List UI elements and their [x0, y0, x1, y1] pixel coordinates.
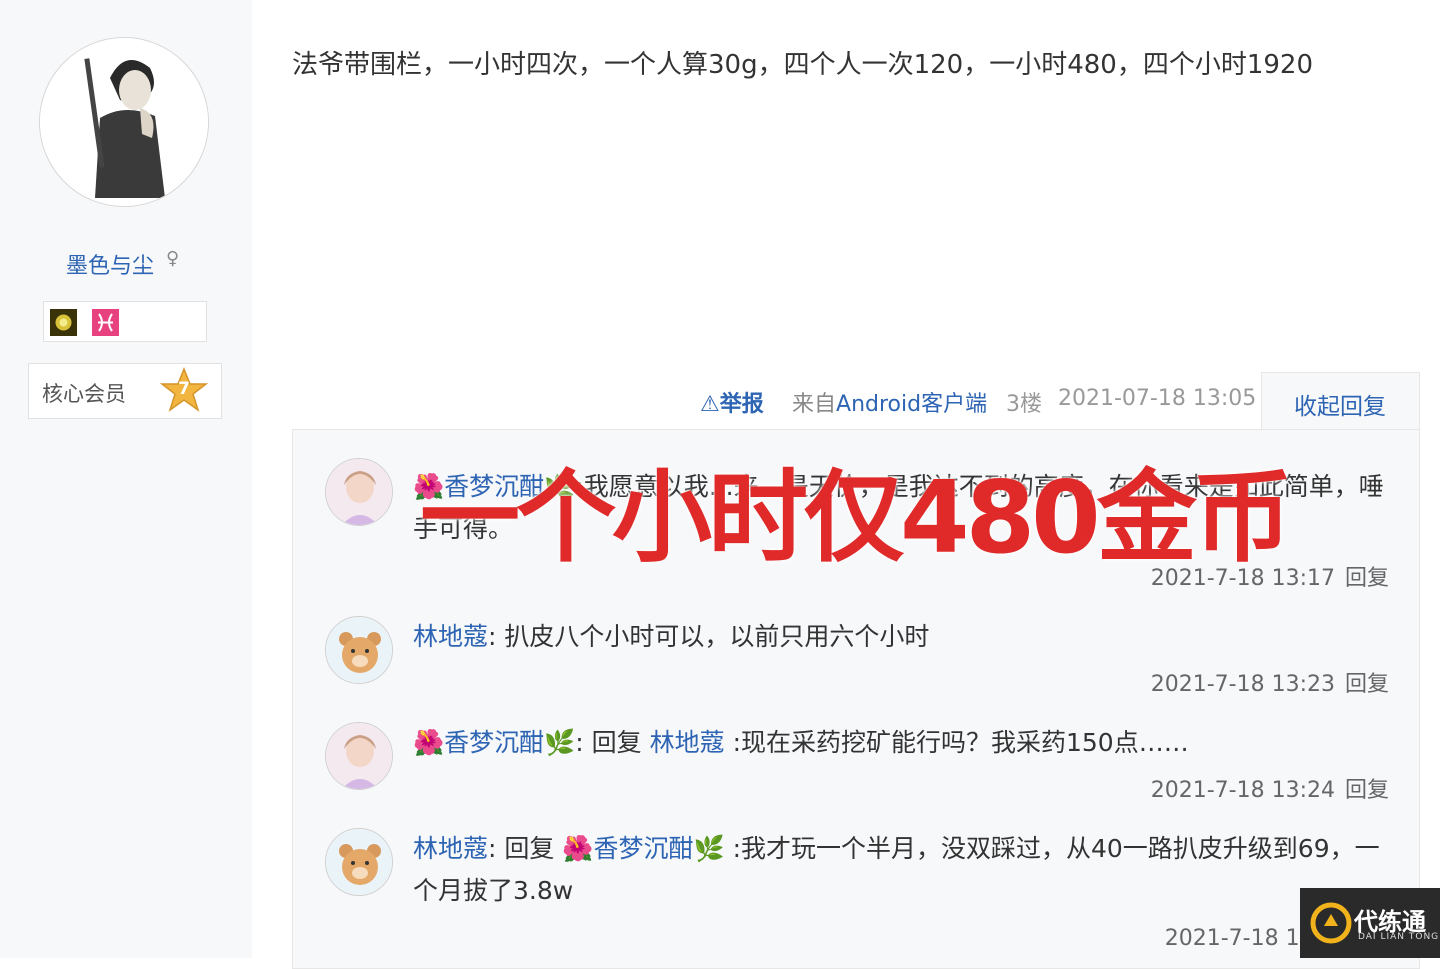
reply-target-link[interactable]: 林地蔻 [650, 728, 725, 757]
report-label: 举报 [719, 392, 764, 417]
username-link[interactable]: 墨色与尘 [66, 248, 154, 280]
report-link[interactable]: ⚠举报 [700, 386, 764, 418]
reply-time: 2021-7-18 13:23 [1150, 672, 1335, 697]
reply-user-link[interactable]: 林地蔻 [413, 834, 488, 863]
user-sidebar: 墨色与尘 ♀ 核心会员 7 [0, 0, 252, 958]
source-info: 来自Android客户端 [792, 386, 987, 418]
badge-box [43, 301, 207, 342]
avatar-image [40, 38, 208, 206]
reply-target-link[interactable]: 🌺香梦沉酣🌿 [562, 834, 724, 863]
reply-avatar[interactable] [325, 616, 393, 684]
reply-button[interactable]: 回复 [1345, 778, 1389, 803]
membership-label: 核心会员 [42, 382, 126, 406]
girl-avatar-image [326, 459, 392, 525]
reply-content: :现在采药挖矿能行吗？我采药150点…… [732, 728, 1189, 757]
post-time: 2021-07-18 13:05 [1058, 386, 1257, 411]
reply-content: :我才玩一个半月，没双踩过，从40一路扒皮升级到69，一个月拔了3.8w [413, 834, 1380, 905]
reply-button[interactable]: 回复 [1345, 566, 1389, 591]
reply-word: : 回复 [488, 834, 555, 863]
gender-icon: ♀ [166, 248, 180, 269]
post-content: 法爷带围栏，一小时四次，一个人算30g，四个人一次120，一小时480，四个小时… [292, 50, 1314, 80]
watermark-logo: 代练通 DAI LIAN TONG [1300, 888, 1440, 958]
source-client-link[interactable]: Android客户端 [836, 392, 987, 417]
reply-meta: 2021-7-18 13:24 回复 [1151, 772, 1389, 804]
warning-icon: ⚠ [700, 392, 720, 417]
source-prefix: 来自 [792, 392, 837, 417]
pisces-badge-icon[interactable] [92, 309, 119, 336]
achievement-badge-icon[interactable] [50, 309, 77, 336]
reply-user-link[interactable]: 🌺香梦沉酣🌿 [413, 728, 575, 757]
logo-subtext: DAI LIAN TONG [1358, 932, 1440, 942]
reply-button[interactable]: 回复 [1345, 672, 1389, 697]
reply-word: : 回复 [575, 728, 642, 757]
reply-time: 2021-7-18 13:24 [1150, 778, 1335, 803]
logo-emblem-icon [1310, 902, 1352, 944]
reply-meta: 2021-7-18 13:23 回复 [1151, 666, 1389, 698]
floor-number: 3楼 [1006, 392, 1042, 417]
reply-text: 林地蔻: 回复 🌺香梦沉酣🌿 :我才玩一个半月，没双踩过，从40一路扒皮升级到6… [413, 828, 1393, 912]
collapse-replies-tab: 收起回复 [1261, 372, 1420, 430]
reply-content: : 扒皮八个小时可以，以前只用六个小时 [488, 622, 930, 651]
girl-avatar-image [326, 723, 392, 789]
reply-user-link[interactable]: 林地蔻 [413, 622, 488, 651]
reply-avatar[interactable] [325, 828, 393, 896]
membership-box: 核心会员 7 [28, 363, 222, 419]
reply-text: 林地蔻: 扒皮八个小时可以，以前只用六个小时 [413, 616, 1393, 658]
reply-avatar[interactable] [325, 722, 393, 790]
reply-text: 🌺香梦沉酣🌿: 回复 林地蔻 :现在采药挖矿能行吗？我采药150点…… [413, 722, 1393, 764]
collapse-replies-button[interactable]: 收起回复 [1294, 387, 1386, 421]
bear-avatar-image [326, 617, 392, 683]
bear-avatar-image [326, 829, 392, 895]
user-avatar[interactable] [39, 37, 209, 207]
overlay-caption: 一个小时仅480金币 [420, 459, 1293, 576]
level-number: 7 [178, 379, 190, 399]
reply-avatar[interactable] [325, 458, 393, 526]
